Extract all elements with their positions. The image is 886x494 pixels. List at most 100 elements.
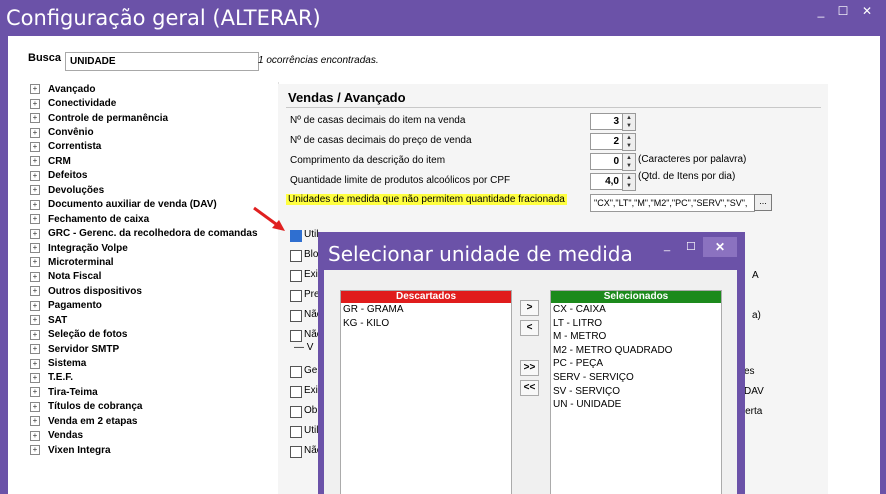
expand-icon[interactable]: + [30,84,40,95]
expand-icon[interactable]: + [30,127,40,138]
checkbox[interactable] [290,290,302,302]
arrow-up-icon[interactable]: ▲ [623,134,635,142]
tree-item[interactable]: + Microterminal [30,255,278,269]
tree-item[interactable]: + Avançado [30,82,278,96]
maximize-icon[interactable]: ☐ [686,240,696,253]
arrow-down-icon[interactable]: ▼ [623,142,635,150]
list-item[interactable]: PC - PEÇA [551,357,721,371]
expand-icon[interactable]: + [30,329,40,340]
expand-icon[interactable]: + [30,214,40,225]
list-item[interactable]: GR - GRAMA [341,303,511,317]
tree-item[interactable]: + Títulos de cobrança [30,400,278,414]
tree-item[interactable]: + Sistema [30,356,278,370]
tree-item[interactable]: + Integração Volpe [30,241,278,255]
list-item[interactable]: M - METRO [551,330,721,344]
expand-icon[interactable]: + [30,228,40,239]
tree-item[interactable]: + GRC - Gerenc. da recolhedora de comanda… [30,226,278,240]
expand-icon[interactable]: + [30,185,40,196]
checkbox[interactable] [290,426,302,438]
tree-item[interactable]: + Tira-Teima [30,385,278,399]
tree-item[interactable]: + Outros dispositivos [30,284,278,298]
description-length-spinner[interactable]: 0 [590,153,623,170]
arrow-down-icon[interactable]: ▼ [623,122,635,130]
expand-icon[interactable]: + [30,372,40,383]
tree-item[interactable]: + CRM [30,154,278,168]
tree-item[interactable]: + Venda em 2 etapas [30,414,278,428]
list-item[interactable]: UN - UNIDADE [551,398,721,412]
expand-icon[interactable]: + [30,315,40,326]
alcohol-limit-spinner[interactable]: 4,0 [590,173,623,190]
move-all-right-button[interactable]: >> [520,360,539,376]
expand-icon[interactable]: + [30,401,40,412]
tree-item[interactable]: + Devoluções [30,183,278,197]
expand-icon[interactable]: + [30,286,40,297]
tree-item[interactable]: + Seleção de fotos [30,327,278,341]
minimize-icon[interactable]: _ [664,240,670,252]
expand-icon[interactable]: + [30,170,40,181]
checkbox[interactable] [290,406,302,418]
list-item[interactable]: SV - SERVIÇO [551,385,721,399]
tree-item[interactable]: + Defeitos [30,169,278,183]
units-field[interactable]: "CX","LT","M","M2","PC","SERV","SV", [590,194,755,212]
checkbox[interactable] [290,250,302,262]
list-item[interactable]: LT - LITRO [551,317,721,331]
search-input[interactable]: UNIDADE [65,52,259,71]
decimal-price-spinner[interactable]: 2 [590,133,623,150]
arrow-down-icon[interactable]: ▼ [623,162,635,170]
close-button[interactable]: ✕ [703,237,737,257]
spinner-buttons[interactable]: ▲ ▼ [622,153,636,171]
tree-item[interactable]: + Fechamento de caixa [30,212,278,226]
expand-icon[interactable]: + [30,416,40,427]
settings-tree[interactable]: + Avançado + Conectividade + Controle de pe… [30,82,279,494]
list-item[interactable]: KG - KILO [341,317,511,331]
tree-item[interactable]: + Servidor SMTP [30,342,278,356]
selected-list[interactable]: Selecionados CX - CAIXA LT - LITRO M - M… [550,290,722,494]
expand-icon[interactable]: + [30,199,40,210]
checkbox[interactable] [290,310,302,322]
checkbox[interactable] [290,230,302,242]
tree-item[interactable]: + Controle de permanência [30,111,278,125]
move-all-left-button[interactable]: << [520,380,539,396]
spinner-buttons[interactable]: ▲ ▼ [622,173,636,191]
expand-icon[interactable]: + [30,430,40,441]
expand-icon[interactable]: + [30,113,40,124]
tree-item[interactable]: + Conectividade [30,96,278,110]
decimal-item-spinner[interactable]: 3 [590,113,623,130]
units-picker-button[interactable]: ... [754,194,772,211]
expand-icon[interactable]: + [30,344,40,355]
tree-item[interactable]: + Vendas [30,429,278,443]
spinner-buttons[interactable]: ▲ ▼ [622,113,636,131]
expand-icon[interactable]: + [30,141,40,152]
tree-item[interactable]: + T.E.F. [30,371,278,385]
tree-item[interactable]: + Convênio [30,125,278,139]
arrow-up-icon[interactable]: ▲ [623,174,635,182]
expand-icon[interactable]: + [30,271,40,282]
checkbox[interactable] [290,330,302,342]
expand-icon[interactable]: + [30,243,40,254]
tree-item[interactable]: + Vixen Integra [30,443,278,457]
tree-item[interactable]: + SAT [30,313,278,327]
tree-item[interactable]: + Documento auxiliar de venda (DAV) [30,198,278,212]
move-left-button[interactable]: < [520,320,539,336]
spinner-buttons[interactable]: ▲ ▼ [622,133,636,151]
tree-item[interactable]: + Nota Fiscal [30,270,278,284]
expand-icon[interactable]: + [30,156,40,167]
arrow-down-icon[interactable]: ▼ [623,182,635,190]
maximize-icon[interactable]: ☐ [834,4,852,18]
list-item[interactable]: CX - CAIXA [551,303,721,317]
checkbox[interactable] [290,446,302,458]
list-item[interactable]: M2 - METRO QUADRADO [551,344,721,358]
checkbox[interactable] [290,366,302,378]
expand-icon[interactable]: + [30,300,40,311]
expand-icon[interactable]: + [30,445,40,456]
checkbox[interactable] [290,270,302,282]
discarded-list[interactable]: Descartados GR - GRAMA KG - KILO [340,290,512,494]
arrow-up-icon[interactable]: ▲ [623,114,635,122]
checkbox[interactable] [290,386,302,398]
move-right-button[interactable]: > [520,300,539,316]
expand-icon[interactable]: + [30,387,40,398]
expand-icon[interactable]: + [30,358,40,369]
arrow-up-icon[interactable]: ▲ [623,154,635,162]
expand-icon[interactable]: + [30,98,40,109]
minimize-icon[interactable]: _ [812,4,830,18]
